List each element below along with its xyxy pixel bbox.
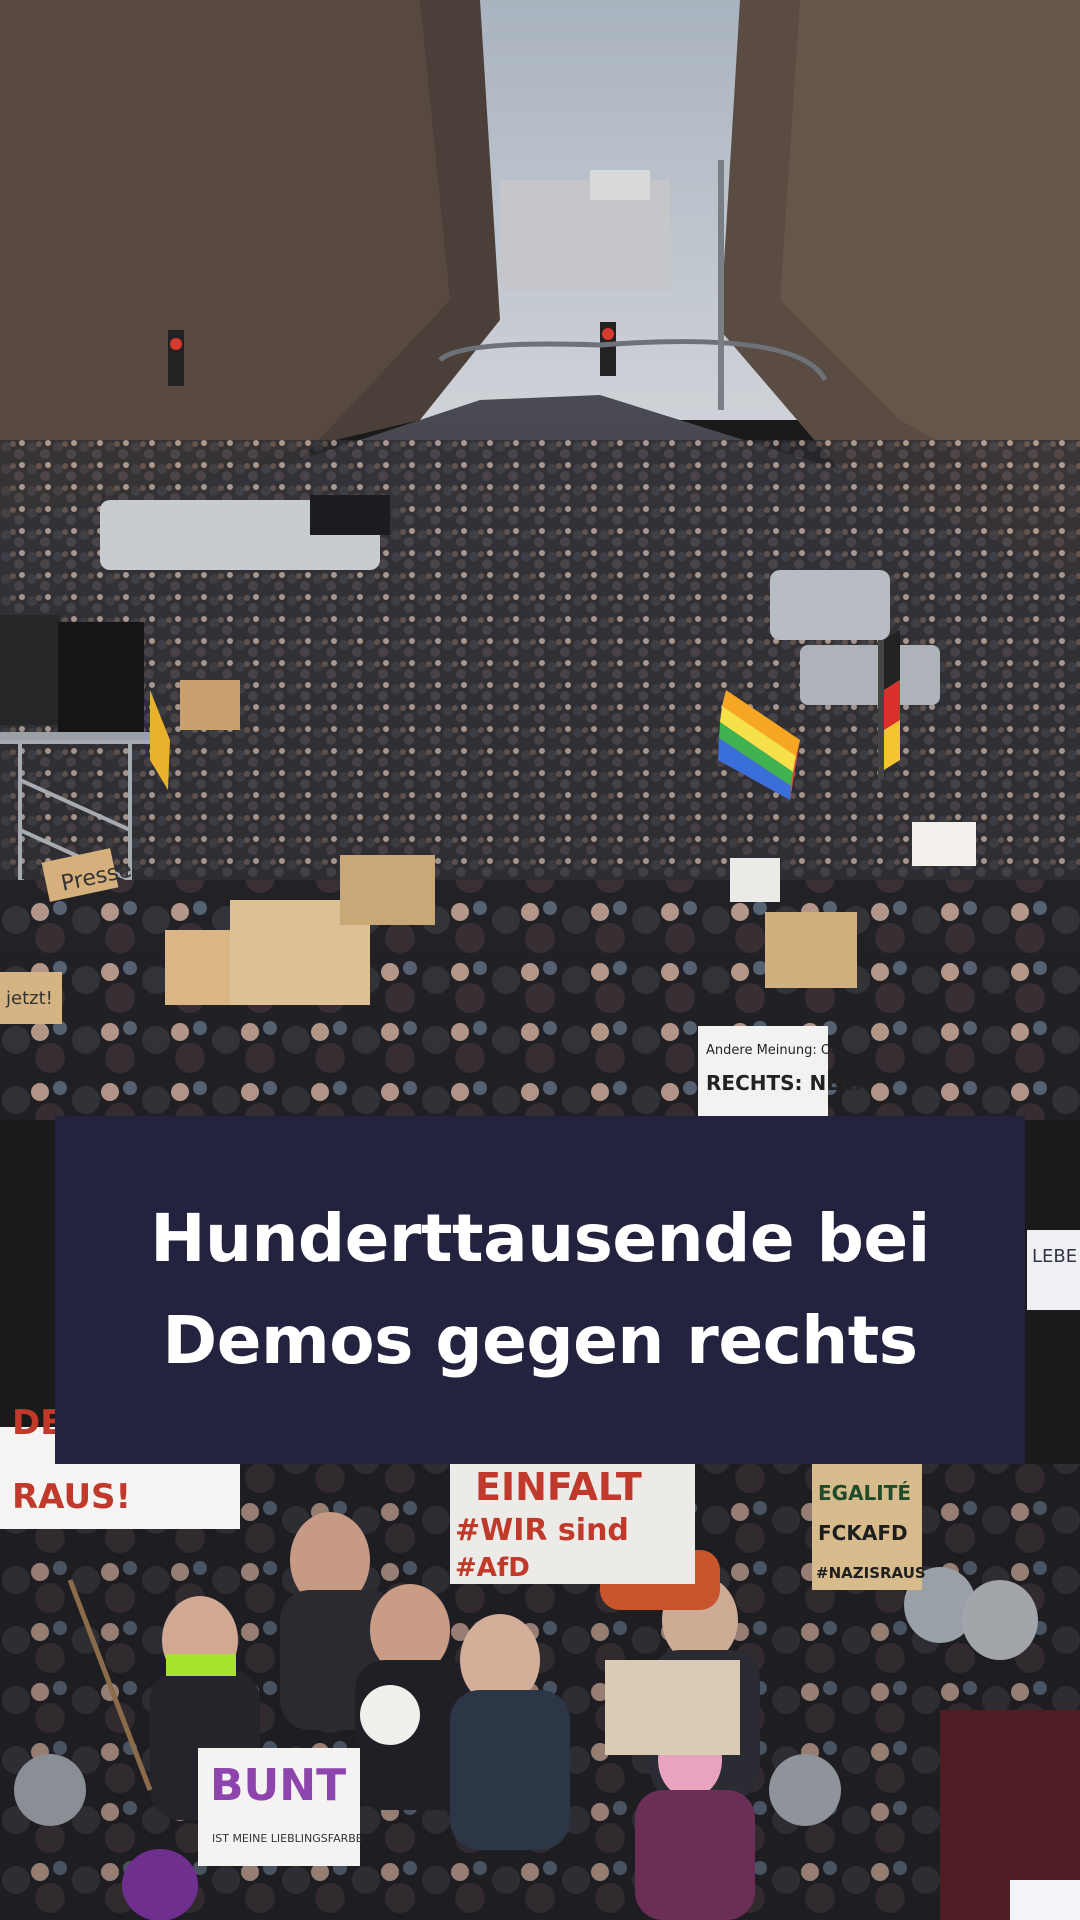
sign-raus: RAUS! <box>12 1477 131 1517</box>
sign-einfalt: EINFALT <box>475 1465 642 1509</box>
story-screen: Presse jetzt! Andere Meinung: OK RECHTS:… <box>0 0 1080 1920</box>
headline-title: Hunderttausende bei Demos gegen rechts <box>150 1188 930 1392</box>
sign-andere-meinung: Andere Meinung: OK <box>706 1043 840 1058</box>
sign-egalite: EGALITÉ <box>818 1481 911 1505</box>
headline-line-1: Hunderttausende bei <box>150 1200 930 1277</box>
sign-fckafd: FCKAFD <box>818 1521 908 1545</box>
headline-banner: Hunderttausende bei Demos gegen rechts <box>55 1116 1025 1464</box>
sign-afd: #AfD <box>455 1553 530 1583</box>
sign-bunt: BUNT <box>210 1760 346 1811</box>
sign-jetzt: jetzt! <box>5 988 53 1009</box>
sign-wir-sind: #WIR sind <box>455 1513 629 1548</box>
sign-bunt-sub: IST MEINE LIEBLINGSFARBE <box>212 1832 363 1845</box>
sign-nazisraus: #NAZISRAUS <box>816 1564 926 1582</box>
demonstration-photo: Presse jetzt! Andere Meinung: OK RECHTS:… <box>0 0 1080 1920</box>
headline-line-2: Demos gegen rechts <box>162 1302 918 1379</box>
sign-rechts-nee: RECHTS: NEE!! <box>706 1071 872 1095</box>
sign-lebe: LEBE <box>1032 1246 1077 1267</box>
